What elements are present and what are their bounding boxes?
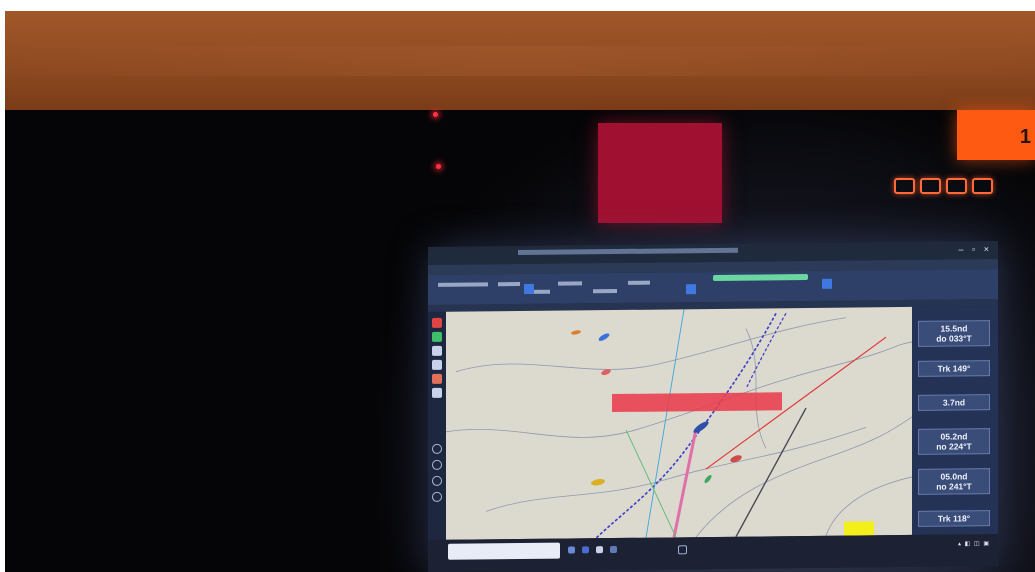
- tool-icon[interactable]: [432, 331, 442, 342]
- hardware-button[interactable]: [894, 178, 915, 194]
- svg-text:·: ·: [596, 406, 597, 411]
- ribbon-item[interactable]: [498, 282, 520, 287]
- nav-info-block: 05.0nd no 241°T: [918, 460, 990, 495]
- ais-target[interactable]: [571, 330, 582, 336]
- alert-banner: [612, 392, 782, 413]
- own-ship[interactable]: [692, 419, 710, 434]
- nav-info-value-line: 05.0nd: [940, 471, 968, 482]
- taskbar-app-icon[interactable]: [568, 546, 575, 554]
- bridge-photo: 1 – ▫ × · · · · · · 15.5nd do 033°T Trk …: [0, 0, 1035, 572]
- tool-icon[interactable]: [432, 387, 442, 398]
- hardware-button[interactable]: [946, 178, 967, 194]
- nav-info-value: 15.5nd do 033°T: [918, 320, 990, 347]
- planned-route-branch: [745, 312, 787, 389]
- ecdis-monitor: – ▫ × · · · · · · 15.5nd do 033°T Trk 14…: [428, 241, 998, 572]
- nav-info-block: 3.7nd: [918, 386, 990, 411]
- zoom-icon[interactable]: [432, 475, 442, 486]
- tool-icon[interactable]: [432, 359, 442, 370]
- orange-alarm-digit: 1: [1019, 126, 1031, 148]
- red-indicator-light: [433, 112, 438, 117]
- ais-target[interactable]: [703, 474, 712, 484]
- photo-top-border: [0, 0, 1035, 11]
- ribbon-item[interactable]: [438, 282, 488, 287]
- progress-bar: [713, 274, 808, 281]
- overhead-panel: [5, 11, 1035, 110]
- zoom-icon[interactable]: [432, 491, 442, 502]
- nav-info-value: 05.0nd no 241°T: [918, 468, 990, 495]
- ribbon-item[interactable]: [593, 289, 617, 294]
- nav-info-value-line: Trk 118°: [937, 513, 971, 524]
- window-controls[interactable]: – ▫ ×: [959, 244, 992, 254]
- left-toolbar: [428, 311, 446, 540]
- traffic-lane-pink: [672, 428, 698, 538]
- hardware-button[interactable]: [920, 178, 941, 194]
- nav-info-block: Trk 118°: [918, 502, 990, 527]
- tool-icon[interactable]: [432, 317, 442, 328]
- svg-text:·: ·: [536, 387, 537, 392]
- ribbon-item[interactable]: [558, 281, 582, 286]
- nav-info-value: 3.7nd: [918, 394, 990, 411]
- zoom-icon[interactable]: [432, 459, 442, 470]
- tool-icon[interactable]: [432, 373, 442, 384]
- nautical-chart[interactable]: · · · · · ·: [446, 306, 912, 540]
- nav-info-block: 05.2nd no 224°T: [918, 420, 990, 455]
- nav-info-value: Trk 118°: [918, 510, 990, 527]
- nav-info-block: Trk 149°: [918, 352, 990, 377]
- red-alarm-display: [598, 123, 722, 223]
- nav-info-value-line: no 224°T: [936, 441, 972, 452]
- planned-route: [595, 312, 777, 539]
- ribbon-item[interactable]: [628, 280, 650, 285]
- nav-info-block: 15.5nd do 033°T: [918, 312, 990, 347]
- taskbar-app-icon[interactable]: [678, 545, 687, 555]
- nav-info-value: Trk 149°: [918, 360, 990, 377]
- hardware-button-row: [894, 178, 993, 194]
- nav-info-panel: 15.5nd do 033°T Trk 149° 3.7nd 05.2nd no…: [912, 306, 998, 545]
- taskbar-tray[interactable]: ▴ ◧ ◫ ▣: [958, 540, 990, 547]
- route-leg-cyan: [645, 309, 685, 538]
- nav-info-value: 05.2nd no 224°T: [918, 428, 990, 455]
- svg-text:·: ·: [486, 337, 487, 342]
- ribbon-blue-icon[interactable]: [524, 283, 534, 294]
- ribbon-blue-icon[interactable]: [686, 284, 696, 295]
- taskbar-app-icon[interactable]: [596, 546, 603, 554]
- nav-info-value-line: no 241°T: [936, 481, 972, 492]
- tool-icon[interactable]: [432, 345, 442, 356]
- hardware-button[interactable]: [972, 178, 993, 194]
- red-indicator-light: [436, 164, 441, 169]
- nav-info-value-line: do 033°T: [936, 333, 972, 344]
- ais-target[interactable]: [591, 478, 606, 486]
- taskbar-app-icon[interactable]: [610, 546, 617, 554]
- nav-info-value-line: 15.5nd: [940, 323, 968, 334]
- window-title: [518, 247, 738, 256]
- taskbar-app-icon[interactable]: [582, 546, 589, 554]
- highlight-box: [844, 521, 874, 536]
- svg-text:·: ·: [856, 463, 857, 468]
- taskbar-search-input[interactable]: [448, 542, 560, 560]
- depth-line: [735, 407, 807, 538]
- nav-info-value-line: Trk 149°: [937, 363, 971, 374]
- ribbon-blue-icon[interactable]: [822, 278, 832, 289]
- nav-info-value-line: 05.2nd: [940, 431, 968, 442]
- orange-alarm-display: 1: [957, 110, 1035, 160]
- route-leg-green: [625, 429, 677, 538]
- chart-drawing: ··· ···: [446, 309, 912, 539]
- nav-info-value-line: 3.7nd: [942, 397, 966, 408]
- ais-target[interactable]: [598, 332, 611, 342]
- zoom-icon[interactable]: [432, 443, 442, 454]
- svg-text:·: ·: [506, 457, 507, 462]
- os-taskbar: ▴ ◧ ◫ ▣: [428, 534, 998, 572]
